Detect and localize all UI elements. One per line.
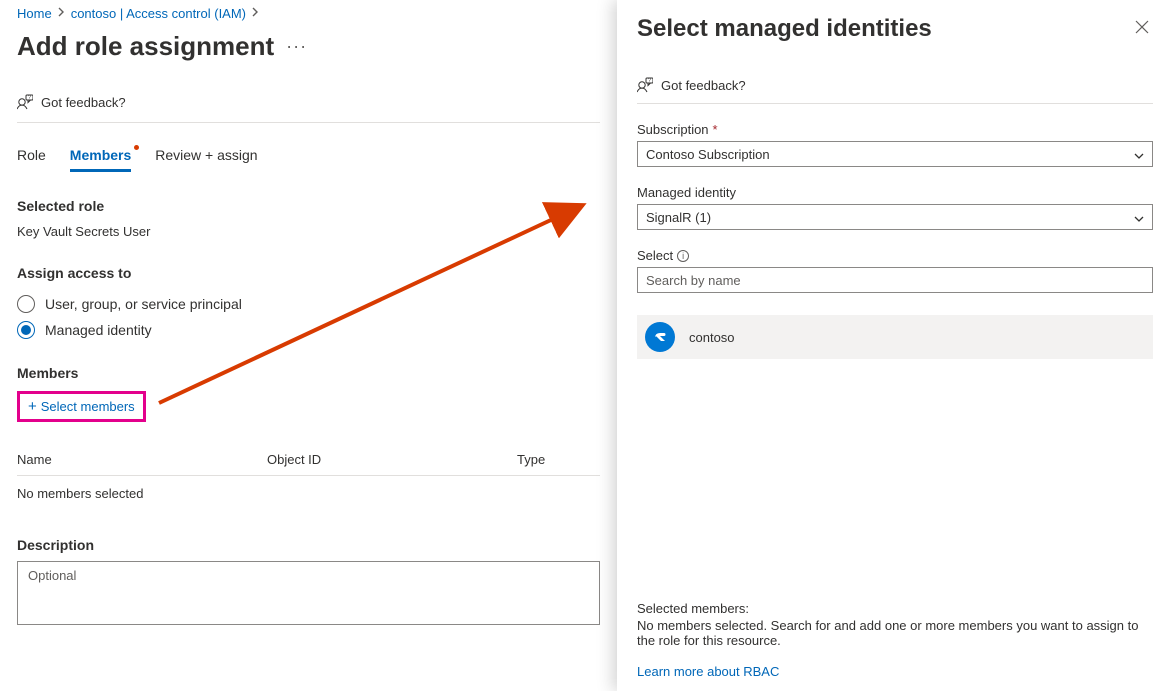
select-members-label: Select members xyxy=(41,399,135,414)
members-table-header: Name Object ID Type xyxy=(17,452,600,476)
select-members-button[interactable]: + Select members xyxy=(17,391,146,422)
breadcrumb: Home contoso | Access control (IAM) xyxy=(17,6,600,21)
panel-title: Select managed identities xyxy=(637,15,932,43)
chevron-right-icon xyxy=(252,7,259,20)
required-asterisk-icon: * xyxy=(713,122,718,137)
managed-identity-label-text: Managed identity xyxy=(637,185,736,200)
radio-icon xyxy=(17,321,35,339)
description-label: Description xyxy=(17,537,600,553)
more-menu-icon[interactable]: ··· xyxy=(286,36,307,57)
tab-members-label: Members xyxy=(70,147,131,163)
close-button[interactable] xyxy=(1131,14,1153,43)
radio-managed-identity[interactable]: Managed identity xyxy=(17,321,600,339)
tab-alert-dot-icon xyxy=(134,145,139,150)
selected-members-label: Selected members: xyxy=(637,601,1153,616)
breadcrumb-item[interactable]: contoso | Access control (IAM) xyxy=(71,6,246,21)
description-input[interactable] xyxy=(17,561,600,625)
radio-user-group-label: User, group, or service principal xyxy=(45,296,242,312)
learn-more-link[interactable]: Learn more about RBAC xyxy=(637,664,1153,679)
info-icon[interactable]: i xyxy=(677,250,689,262)
col-type: Type xyxy=(517,452,600,467)
chevron-right-icon xyxy=(58,7,65,20)
tab-role[interactable]: Role xyxy=(17,147,46,172)
identity-search-input[interactable] xyxy=(637,267,1153,293)
panel-feedback-link[interactable]: ? Got feedback? xyxy=(637,77,1153,104)
select-identities-panel: Select managed identities ? Got feedback… xyxy=(617,0,1173,691)
managed-identity-label: Managed identity xyxy=(637,185,1153,200)
plus-icon: + xyxy=(28,398,37,415)
chevron-down-icon xyxy=(1134,149,1144,159)
managed-identity-value: SignalR (1) xyxy=(646,210,711,225)
panel-footer: Selected members: No members selected. S… xyxy=(637,601,1153,679)
radio-icon xyxy=(17,295,35,313)
subscription-select[interactable]: Contoso Subscription xyxy=(637,141,1153,167)
subscription-label-text: Subscription xyxy=(637,122,709,137)
members-empty: No members selected xyxy=(17,476,600,511)
selected-role-label: Selected role xyxy=(17,198,600,214)
col-name: Name xyxy=(17,452,267,467)
members-label: Members xyxy=(17,365,600,381)
subscription-value: Contoso Subscription xyxy=(646,147,770,162)
tab-members[interactable]: Members xyxy=(70,147,131,172)
tab-review[interactable]: Review + assign xyxy=(155,147,257,172)
signalr-icon xyxy=(645,322,675,352)
assign-access-label: Assign access to xyxy=(17,265,600,281)
managed-identity-select[interactable]: SignalR (1) xyxy=(637,204,1153,230)
identity-result-item[interactable]: contoso xyxy=(637,315,1153,359)
svg-text:?: ? xyxy=(28,95,31,101)
radio-managed-identity-label: Managed identity xyxy=(45,322,152,338)
chevron-down-icon xyxy=(1134,212,1144,222)
subscription-label: Subscription * xyxy=(637,122,1153,137)
identity-result-name: contoso xyxy=(689,330,735,345)
breadcrumb-home[interactable]: Home xyxy=(17,6,52,21)
selected-members-text: No members selected. Search for and add … xyxy=(637,618,1153,648)
select-label-text: Select xyxy=(637,248,673,263)
feedback-icon: ? xyxy=(637,77,653,93)
radio-user-group[interactable]: User, group, or service principal xyxy=(17,295,600,313)
page-title: Add role assignment xyxy=(17,31,274,62)
tabs: Role Members Review + assign xyxy=(17,147,600,172)
col-objectid: Object ID xyxy=(267,452,517,467)
panel-feedback-label: Got feedback? xyxy=(661,78,746,93)
close-icon xyxy=(1135,18,1149,38)
select-label: Select i xyxy=(637,248,1153,263)
feedback-icon: ? xyxy=(17,94,33,110)
svg-text:?: ? xyxy=(648,78,651,84)
selected-role-value: Key Vault Secrets User xyxy=(17,224,600,239)
feedback-label: Got feedback? xyxy=(41,95,126,110)
feedback-link[interactable]: ? Got feedback? xyxy=(17,94,600,123)
